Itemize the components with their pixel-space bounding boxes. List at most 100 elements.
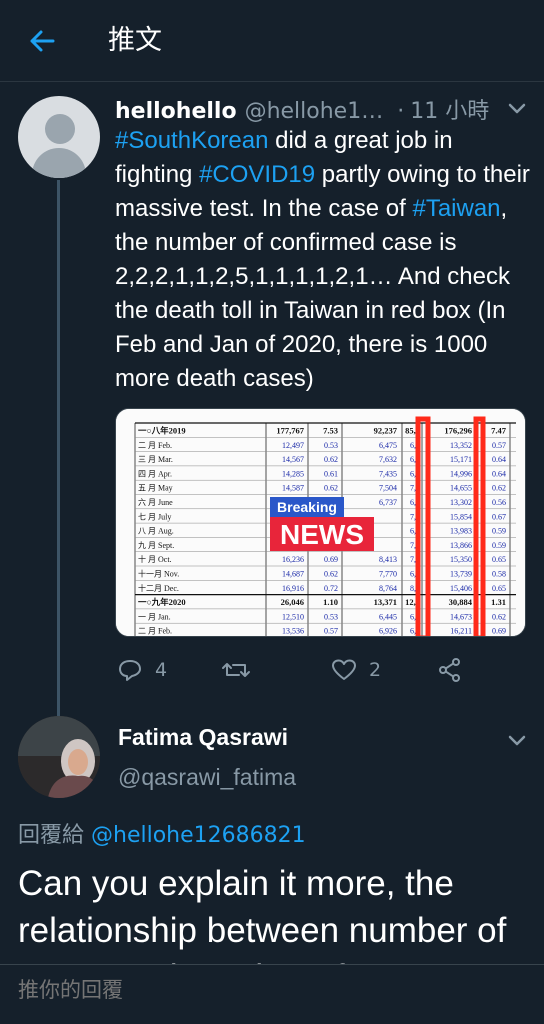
chevron-down-icon: [508, 103, 526, 114]
table-cell: 一○八年2019: [138, 426, 186, 436]
reply-author-handle[interactable]: @qasrawi_fatima: [118, 764, 296, 791]
table-cell: 6,926: [379, 627, 397, 636]
table-cell: 13,866: [450, 541, 472, 550]
heart-icon: [332, 659, 356, 680]
table-cell: 7.47: [491, 426, 507, 436]
table-cell: 30,884: [449, 597, 473, 607]
table-cell: 0.56: [492, 498, 506, 507]
tweet-actions: 4 2: [115, 650, 526, 690]
table-cell: 0.59: [492, 527, 506, 536]
table-cell: 16,211: [450, 627, 472, 636]
table-cell: 0.58: [492, 570, 506, 579]
table-cell: 15,406: [450, 584, 472, 593]
hashtag-link[interactable]: #COVID19: [199, 161, 315, 188]
reply-text: Can you explain it more, the relationshi…: [18, 864, 507, 964]
table-cell: 16,916: [282, 584, 304, 593]
tweet-text-segment: , the number of confirmed case is 2,2,2,…: [115, 195, 510, 392]
replying-prefix: 回覆給: [18, 823, 91, 848]
table-cell: 四 月 Apr.: [138, 469, 172, 478]
table-cell: 13,983: [450, 527, 472, 536]
table-cell: 14,687: [282, 570, 304, 579]
table-cell: 三 月 Mar.: [138, 455, 173, 464]
table-cell: 12,497: [282, 441, 304, 450]
table-cell: 15,350: [450, 555, 472, 564]
table-cell: 一○九年2020: [138, 597, 186, 607]
table-cell: 十二月 Dec.: [138, 583, 179, 593]
reply-menu-button[interactable]: [506, 730, 528, 752]
table-cell: 0.69: [492, 627, 506, 636]
table-cell: 九 月 Sept.: [138, 541, 174, 550]
table-cell: 六 月 June: [138, 497, 173, 507]
table-cell: 二 月 Feb.: [138, 441, 172, 450]
table-cell: 14,996: [450, 469, 472, 478]
table-cell: 八 月 Aug.: [138, 527, 174, 536]
back-button[interactable]: [22, 22, 62, 60]
table-cell: 1.31: [491, 597, 506, 607]
table-cell: 7.53: [323, 426, 338, 436]
table-cell: 0.64: [492, 455, 506, 464]
table-cell: 0.62: [492, 484, 506, 493]
table-cell: 十 月 Oct.: [138, 554, 172, 564]
like-button[interactable]: 2: [331, 650, 381, 690]
reply-input[interactable]: [18, 979, 518, 1003]
chevron-down-icon: [508, 735, 526, 746]
mention-link[interactable]: @hellohe12686821: [91, 823, 306, 848]
breaking-label: Breaking: [277, 499, 337, 515]
table-cell: 0.62: [324, 455, 338, 464]
reply-button[interactable]: 4: [117, 650, 167, 690]
table-cell: 176,296: [444, 426, 472, 436]
tweet-menu-button[interactable]: [506, 98, 528, 120]
hashtag-link[interactable]: #Taiwan: [412, 195, 500, 222]
table-cell: 6,737: [379, 498, 397, 507]
tweet-media-image[interactable]: 一○八年2019 177,767 7.53 92,237 85,5 176,296 7.47…: [115, 408, 526, 637]
table-cell: 177,767: [276, 426, 304, 436]
back-arrow-icon: [30, 30, 55, 52]
table-cell: 13,371: [374, 597, 397, 607]
hashtag-link[interactable]: #SouthKorean: [115, 127, 268, 154]
reply-count: 4: [155, 659, 168, 681]
table-cell: 0.67: [492, 512, 506, 521]
table-cell: 0.62: [492, 612, 506, 621]
avatar[interactable]: [18, 96, 100, 178]
table-cell: 12,510: [282, 612, 304, 621]
table-cell: 七 月 July: [138, 512, 171, 521]
table-cell: 0.53: [324, 612, 338, 621]
table-cell: 6,445: [379, 612, 397, 621]
replying-to: 回覆給 @hellohe12686821: [18, 817, 306, 849]
separator-dot: ·: [397, 99, 405, 123]
default-avatar-head: [45, 114, 75, 144]
table-cell: 14,567: [282, 455, 304, 464]
tweet-timestamp[interactable]: 11 小時: [410, 93, 489, 123]
table-cell: 7,770: [379, 570, 397, 579]
reply-composer: [0, 964, 544, 1024]
tweet-header: hellohello @hellohe1… · 11 小時: [115, 93, 495, 123]
table-cell: 14,673: [450, 612, 472, 621]
table-cell: 13,352: [450, 441, 472, 450]
table-cell: 五 月 May: [138, 484, 173, 493]
table-cell: 6,475: [379, 441, 397, 450]
reply-icon: [119, 660, 141, 681]
table-cell: 0.64: [492, 469, 506, 478]
table-cell: 一 月 Jan.: [138, 612, 171, 621]
table-cell: 0.69: [324, 555, 338, 564]
table-cell: 13,536: [282, 627, 304, 636]
table-cell: 0.65: [492, 584, 506, 593]
author-name[interactable]: hellohello: [115, 99, 237, 123]
author-handle[interactable]: @hellohe1…: [245, 99, 384, 123]
reply-author-name[interactable]: Fatima Qasrawi: [118, 724, 288, 751]
table-cell: 8,764: [379, 584, 397, 593]
page-title: 推文: [108, 25, 162, 56]
avatar[interactable]: [18, 716, 100, 798]
table-cell: 0.62: [324, 484, 338, 493]
profile-photo: [18, 716, 100, 798]
table-cell: 7,435: [379, 469, 397, 478]
table-cell: 0.61: [324, 469, 338, 478]
top-bar: 推文: [0, 0, 544, 82]
table-cell: 15,171: [450, 455, 472, 464]
table-cell: 二 月 Feb.: [138, 627, 172, 636]
thread-connector-line: [57, 180, 60, 716]
retweet-button[interactable]: [221, 650, 263, 690]
table-cell: 13,739: [450, 570, 472, 579]
share-button[interactable]: [437, 650, 463, 690]
table-cell: 13,302: [450, 498, 472, 507]
